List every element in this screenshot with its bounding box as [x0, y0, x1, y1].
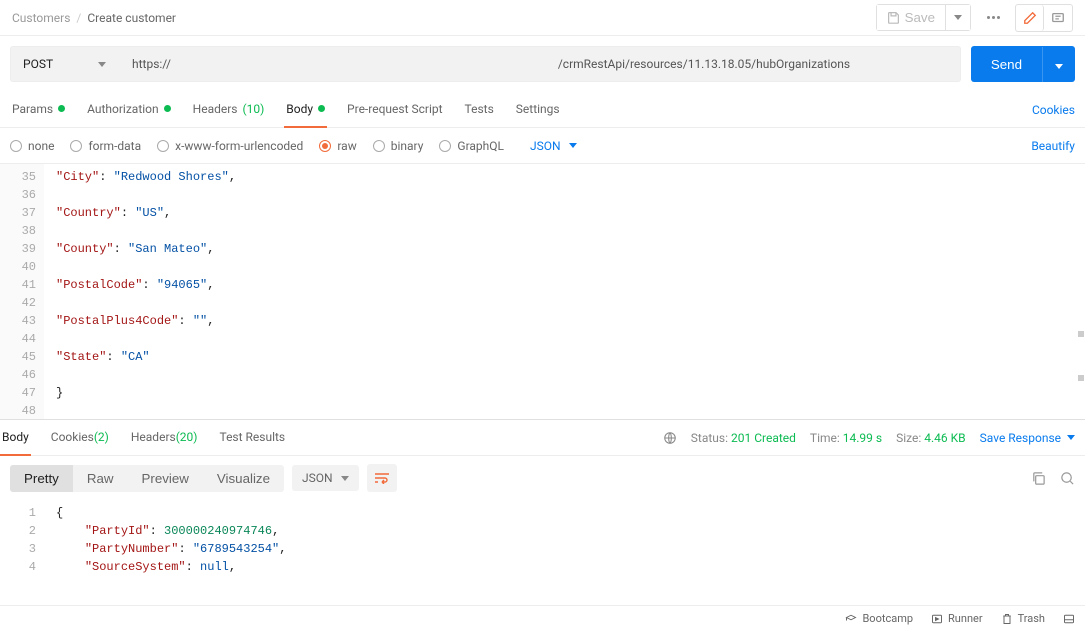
view-preview[interactable]: Preview [127, 465, 202, 492]
resp-tab-cookies[interactable]: Cookies (2) [49, 420, 111, 456]
trash-icon [1001, 613, 1013, 625]
time-label: Time: 14.99 s [810, 431, 882, 445]
resp-tab-headers[interactable]: Headers (20) [129, 420, 200, 456]
view-raw[interactable]: Raw [73, 465, 128, 492]
response-format-select[interactable]: JSON [292, 465, 359, 491]
save-dropdown[interactable] [946, 5, 970, 30]
tab-settings[interactable]: Settings [514, 92, 562, 128]
globe-icon [663, 431, 677, 445]
breadcrumb-root[interactable]: Customers [12, 11, 70, 25]
wrap-icon [374, 472, 390, 484]
beautify-link[interactable]: Beautify [1031, 139, 1075, 153]
copy-icon[interactable] [1031, 471, 1046, 486]
breadcrumb-current: Create customer [87, 11, 176, 25]
view-pretty[interactable]: Pretty [10, 465, 73, 492]
response-body-editor[interactable]: 1234 { "PartyId": 300000240974746, "Part… [0, 500, 1085, 574]
breadcrumb-sep: / [76, 11, 81, 25]
status-bootcamp[interactable]: Bootcamp [845, 612, 913, 625]
body-type-none[interactable]: none [10, 139, 54, 153]
body-type-formdata[interactable]: form-data [70, 139, 141, 153]
status-runner[interactable]: Runner [931, 612, 983, 625]
status-trash[interactable]: Trash [1001, 612, 1045, 625]
comment-icon [1051, 11, 1065, 25]
resp-tab-body[interactable]: Body [0, 420, 31, 456]
auth-dot-icon [164, 105, 171, 112]
comment-button[interactable] [1044, 5, 1072, 31]
breadcrumb: Customers / Create customer [12, 11, 176, 25]
search-icon[interactable] [1060, 471, 1075, 486]
tab-prerequest[interactable]: Pre-request Script [345, 92, 444, 128]
tab-tests[interactable]: Tests [463, 92, 496, 128]
resp-tab-tests[interactable]: Test Results [217, 420, 287, 456]
body-type-binary[interactable]: binary [373, 139, 424, 153]
body-type-graphql[interactable]: GraphQL [439, 139, 504, 153]
tab-body[interactable]: Body [284, 92, 327, 128]
view-visualize[interactable]: Visualize [203, 465, 284, 492]
save-icon [887, 11, 900, 24]
tab-authorization[interactable]: Authorization [85, 92, 173, 128]
method-value: POST [23, 57, 53, 71]
save-response-button[interactable]: Save Response [980, 431, 1075, 445]
url-prefix: https:// [132, 57, 171, 71]
save-label: Save [905, 10, 935, 25]
params-dot-icon [58, 105, 65, 112]
body-type-raw[interactable]: raw [319, 139, 356, 153]
body-type-urlencoded[interactable]: x-www-form-urlencoded [157, 139, 303, 153]
cookies-link[interactable]: Cookies [1032, 103, 1075, 117]
pencil-icon [1023, 11, 1037, 25]
send-label: Send [971, 47, 1042, 82]
send-button[interactable]: Send [971, 46, 1075, 82]
url-suffix: /crmRestApi/resources/11.13.18.05/hubOrg… [558, 57, 850, 71]
save-button[interactable]: Save [877, 5, 946, 30]
runner-icon [931, 613, 943, 625]
url-input[interactable]: https://xxxxxxxxxxxxxxxxxxxxxxxxxxxxxxxx… [118, 46, 961, 82]
edit-button[interactable] [1016, 5, 1044, 31]
tab-params[interactable]: Params [10, 92, 67, 128]
tab-headers[interactable]: Headers (10) [191, 92, 267, 128]
statusbar: Bootcamp Runner Trash [0, 605, 1085, 631]
editor-scroll-markers [1078, 331, 1084, 381]
raw-format-select[interactable]: JSON [530, 139, 577, 153]
body-dot-icon [318, 105, 325, 112]
more-button[interactable] [979, 5, 1007, 31]
wrap-lines-button[interactable] [367, 464, 397, 492]
panel-icon[interactable] [1063, 613, 1075, 625]
method-select[interactable]: POST [10, 46, 118, 82]
size-label: Size: 4.46 KB [896, 431, 966, 445]
bootcamp-icon [845, 613, 857, 625]
status-label: Status: 201 Created [691, 431, 796, 445]
request-body-editor[interactable]: 3536373839404142434445464748 "City": "Re… [0, 164, 1085, 420]
